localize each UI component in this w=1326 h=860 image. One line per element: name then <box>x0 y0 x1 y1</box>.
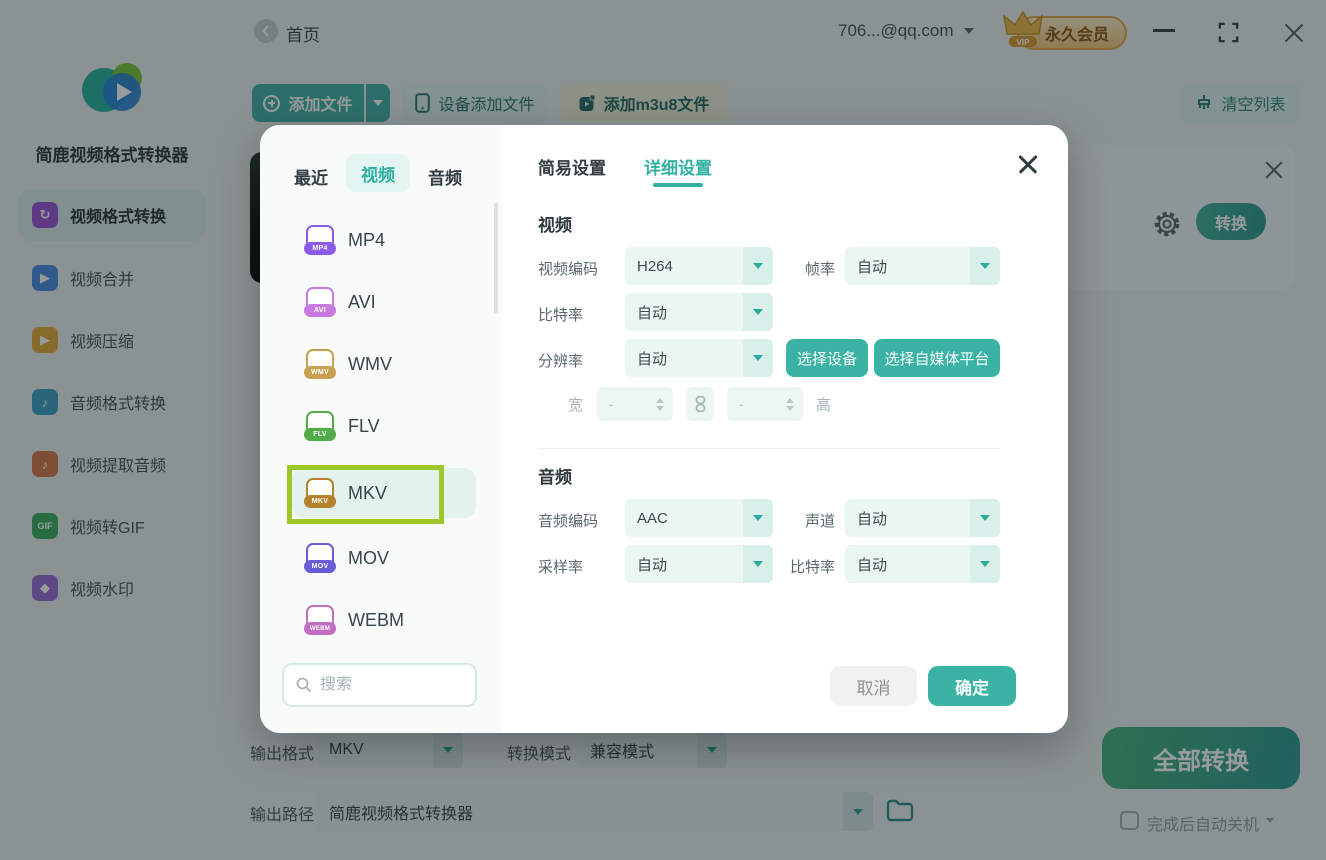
caret-down-icon <box>970 499 1000 537</box>
sample-rate-label: 采样率 <box>538 559 584 576</box>
audio-codec-value: AAC <box>637 509 668 527</box>
annotation-highlight-mkv <box>287 465 444 524</box>
bitrate-label: 比特率 <box>538 307 584 324</box>
fps-select[interactable]: 自动 <box>845 247 1000 285</box>
channel-label: 声道 <box>804 513 835 530</box>
video-codec-label: 视频编码 <box>538 261 599 278</box>
fps-label: 帧率 <box>804 261 835 278</box>
format-item-avi[interactable]: AVI AVI <box>304 287 376 317</box>
search-box[interactable] <box>282 663 477 707</box>
audio-bitrate-value: 自动 <box>857 556 888 574</box>
video-codec-select[interactable]: H264 <box>625 247 773 285</box>
resolution-select[interactable]: 自动 <box>625 339 773 377</box>
audio-bitrate-label: 比特率 <box>789 559 835 576</box>
avi-file-icon: AVI <box>304 287 336 317</box>
format-item-flv[interactable]: FLV FLV <box>304 411 380 441</box>
tab-video[interactable]: 视频 <box>346 154 410 192</box>
caret-down-icon <box>970 247 1000 285</box>
audio-bitrate-select[interactable]: 自动 <box>845 545 1000 583</box>
sample-rate-select[interactable]: 自动 <box>625 545 773 583</box>
audio-section-heading: 音频 <box>538 468 572 487</box>
height-stepper[interactable] <box>786 397 803 411</box>
wmv-file-icon: WMV <box>304 349 336 379</box>
webm-file-icon: WEBM <box>304 605 336 635</box>
sample-rate-value: 自动 <box>637 556 668 574</box>
close-modal-button[interactable] <box>1016 151 1040 175</box>
width-input[interactable]: - <box>597 387 673 421</box>
tab-simple-settings[interactable]: 简易设置 <box>538 154 606 179</box>
cancel-button[interactable]: 取消 <box>830 666 917 706</box>
tab-detail-settings[interactable]: 详细设置 <box>644 154 712 179</box>
fps-value: 自动 <box>857 258 888 276</box>
width-label: 宽 <box>568 397 584 414</box>
format-settings-modal: 最近 视频 音频 MP4 MP4 AVI AVI WMV WMV FLV FLV <box>260 125 1068 733</box>
link-dimensions-toggle[interactable] <box>686 387 714 421</box>
flv-file-icon: FLV <box>304 411 336 441</box>
video-codec-value: H264 <box>637 257 673 275</box>
select-platform-button[interactable]: 选择自媒体平台 <box>874 339 1000 377</box>
format-picker-panel: 最近 视频 音频 MP4 MP4 AVI AVI WMV WMV FLV FLV <box>260 125 502 733</box>
list-scrollbar[interactable] <box>494 203 498 313</box>
mp4-file-icon: MP4 <box>304 225 336 255</box>
width-stepper[interactable] <box>656 397 673 411</box>
section-divider <box>538 448 1000 449</box>
mov-file-icon: MOV <box>304 543 336 573</box>
audio-codec-label: 音频编码 <box>538 513 599 530</box>
select-device-button[interactable]: 选择设备 <box>786 339 868 377</box>
link-icon <box>695 395 705 413</box>
channel-select[interactable]: 自动 <box>845 499 1000 537</box>
audio-codec-select[interactable]: AAC <box>625 499 773 537</box>
bitrate-value: 自动 <box>637 304 668 322</box>
search-icon <box>296 677 312 693</box>
caret-down-icon <box>970 545 1000 583</box>
caret-down-icon <box>743 293 773 331</box>
caret-down-icon <box>743 339 773 377</box>
tab-audio[interactable]: 音频 <box>428 164 462 189</box>
resolution-value: 自动 <box>637 350 668 368</box>
format-item-mov[interactable]: MOV MOV <box>304 543 389 573</box>
video-section-heading: 视频 <box>538 216 572 235</box>
format-item-wmv[interactable]: WMV WMV <box>304 349 392 379</box>
format-item-webm[interactable]: WEBM WEBM <box>304 605 404 635</box>
resolution-label: 分辨率 <box>538 353 584 370</box>
height-label: 高 <box>816 397 832 414</box>
app-window: 首页 706...@qq.com 永久会员 VIP 简鹿视频格式转换器 ↻ 视频… <box>0 0 1326 860</box>
search-input[interactable] <box>320 676 460 694</box>
tab-recent[interactable]: 最近 <box>294 164 328 189</box>
channel-value: 自动 <box>857 510 888 528</box>
ok-button[interactable]: 确定 <box>928 666 1016 706</box>
active-tab-underline <box>653 183 703 187</box>
format-item-mp4[interactable]: MP4 MP4 <box>304 225 385 255</box>
height-input[interactable]: - <box>727 387 803 421</box>
bitrate-select[interactable]: 自动 <box>625 293 773 331</box>
